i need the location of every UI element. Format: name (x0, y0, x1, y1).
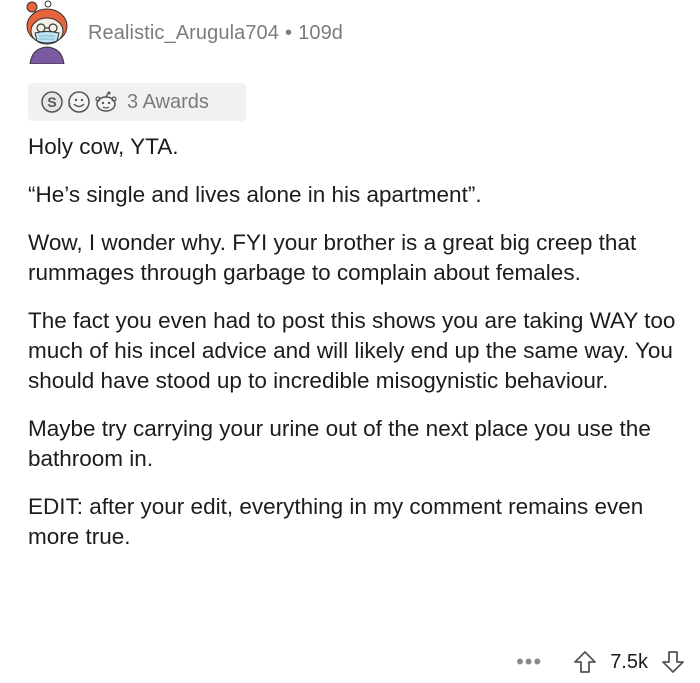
more-options-button[interactable]: ••• (516, 651, 542, 673)
upvote-arrow-icon[interactable] (572, 649, 598, 675)
awards-count-label: 3 Awards (127, 90, 209, 113)
comment-body: Holy cow, YTA. “He’s single and lives al… (28, 132, 678, 570)
comment-paragraph: Holy cow, YTA. (28, 134, 179, 159)
awards-bar[interactable]: S 3 Awards (28, 83, 246, 121)
comment-paragraph: Maybe try carrying your urine out of the… (28, 416, 651, 471)
wholesome-award-icon (67, 90, 91, 114)
comment-paragraph: The fact you even had to post this shows… (28, 308, 676, 393)
comment-age: 109d (298, 22, 344, 44)
comment-paragraph: EDIT: after your edit, everything in my … (28, 494, 644, 549)
snoo-avatar-icon (26, 0, 68, 65)
downvote-arrow-icon[interactable] (660, 649, 686, 675)
comment-paragraph: Wow, I wonder why. FYI your brother is a… (28, 230, 637, 285)
comment-meta: Realistic_Arugula704 • 109d (88, 22, 343, 45)
username[interactable]: Realistic_Arugula704 (88, 22, 279, 44)
silver-award-icon: S (40, 90, 64, 114)
helpful-award-icon (94, 90, 118, 114)
avatar[interactable] (18, 0, 76, 65)
meta-separator: • (285, 22, 293, 44)
comment-paragraph: “He’s single and lives alone in his apar… (28, 182, 482, 207)
svg-text:S: S (47, 94, 56, 110)
vote-score: 7.5k (610, 650, 648, 673)
comment-actions: ••• 7.5k (516, 645, 686, 679)
